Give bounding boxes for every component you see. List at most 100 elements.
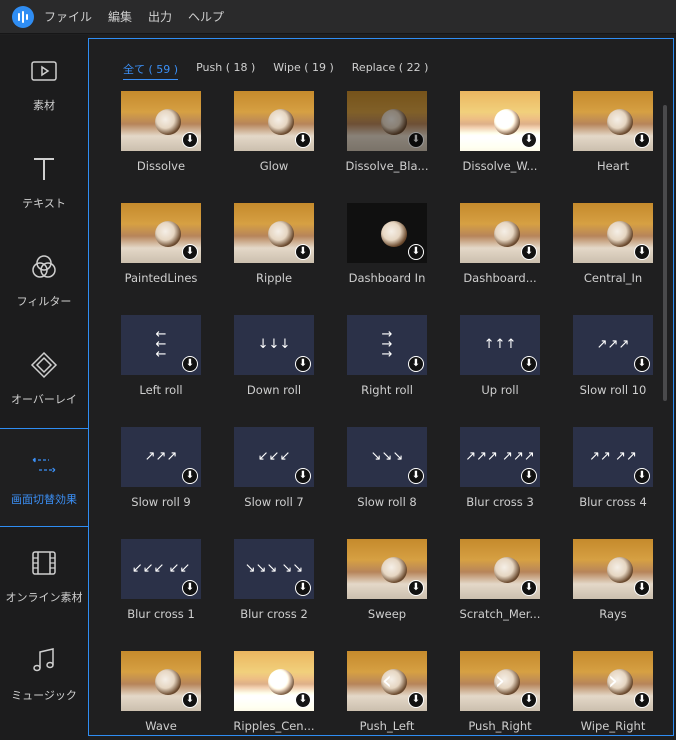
sidebar-item-transition[interactable]: 画面切替効果 xyxy=(0,429,88,527)
sidebar-item-overlay[interactable]: オーバーレイ xyxy=(0,329,88,427)
transition-thumbnail[interactable]: ↙↙↙ ⬇ xyxy=(234,427,314,487)
tab-all[interactable]: 全て ( 59 ) xyxy=(123,61,179,80)
transition-thumbnail[interactable]: › ⬇ xyxy=(573,651,653,711)
transition-item[interactable]: ↗↗↗ ⬇ Slow roll 9 xyxy=(121,427,201,509)
download-icon[interactable]: ⬇ xyxy=(521,692,537,708)
download-icon[interactable]: ⬇ xyxy=(295,244,311,260)
download-icon[interactable]: ⬇ xyxy=(408,132,424,148)
transition-thumbnail[interactable]: ⬇ xyxy=(573,539,653,599)
transition-item[interactable]: ↗↗ ↗↗ ⬇ Blur cross 4 xyxy=(573,427,653,509)
menu-export[interactable]: 出力 xyxy=(148,8,172,25)
transition-item[interactable]: ↘↘↘ ⬇ Slow roll 8 xyxy=(347,427,427,509)
download-icon[interactable]: ⬇ xyxy=(521,244,537,260)
transition-item[interactable]: ↘↘↘ ↘↘ ⬇ Blur cross 2 xyxy=(234,539,314,621)
download-icon[interactable]: ⬇ xyxy=(295,132,311,148)
download-icon[interactable]: ⬇ xyxy=(521,356,537,372)
transition-item[interactable]: ⬇ PaintedLines xyxy=(121,203,201,285)
transition-item[interactable]: ⬇ Dashboard... xyxy=(460,203,540,285)
download-icon[interactable]: ⬇ xyxy=(634,244,650,260)
download-icon[interactable]: ⬇ xyxy=(408,692,424,708)
menu-help[interactable]: ヘルプ xyxy=(188,8,224,25)
download-icon[interactable]: ⬇ xyxy=(634,580,650,596)
transition-item[interactable]: › ⬇ Wipe_Right xyxy=(573,651,653,733)
menu-file[interactable]: ファイル xyxy=(44,8,92,25)
transition-item[interactable]: ⬇ Dissolve_Bla... xyxy=(346,91,429,173)
download-icon[interactable]: ⬇ xyxy=(521,468,537,484)
transition-item[interactable]: ⬇ Scratch_Mer... xyxy=(460,539,540,621)
transition-item[interactable]: ⬇ Heart xyxy=(573,91,653,173)
transition-thumbnail[interactable]: ⬇ xyxy=(573,91,653,151)
app-logo-icon[interactable] xyxy=(12,5,34,28)
transition-item[interactable]: ↑↑↑ ⬇ Up roll xyxy=(460,315,540,397)
transition-item[interactable]: ⬇ Wave xyxy=(121,651,201,733)
sidebar-item-media[interactable]: 素材 xyxy=(0,35,88,133)
transition-thumbnail[interactable]: ↓↓↓ ⬇ xyxy=(234,315,314,375)
download-icon[interactable]: ⬇ xyxy=(408,580,424,596)
download-icon[interactable]: ⬇ xyxy=(182,132,198,148)
transition-item[interactable]: ⬇ Rays xyxy=(573,539,653,621)
scrollbar-thumb[interactable] xyxy=(663,105,667,401)
download-icon[interactable]: ⬇ xyxy=(182,356,198,372)
transition-thumbnail[interactable]: ⬇ xyxy=(121,651,201,711)
transition-thumbnail[interactable]: ↗↗↗ ⬇ xyxy=(121,427,201,487)
transition-thumbnail[interactable]: ↗↗ ↗↗ ⬇ xyxy=(573,427,653,487)
menu-edit[interactable]: 編集 xyxy=(108,8,132,25)
transition-thumbnail[interactable]: ⬇ xyxy=(460,203,540,263)
transition-item[interactable]: ⬇ Dashboard In xyxy=(347,203,427,285)
transition-thumbnail[interactable]: ⬇ xyxy=(234,91,314,151)
transition-thumbnail[interactable]: ⬇ xyxy=(347,203,427,263)
download-icon[interactable]: ⬇ xyxy=(408,356,424,372)
transition-thumbnail[interactable]: ⬇ xyxy=(234,651,314,711)
download-icon[interactable]: ⬇ xyxy=(295,580,311,596)
transition-thumbnail[interactable]: ↙↙↙ ↙↙ ⬇ xyxy=(121,539,201,599)
transition-thumbnail[interactable]: ↘↘↘ ↘↘ ⬇ xyxy=(234,539,314,599)
transition-item[interactable]: ↙↙↙ ⬇ Slow roll 7 xyxy=(234,427,314,509)
tab-replace[interactable]: Replace ( 22 ) xyxy=(352,61,429,80)
download-icon[interactable]: ⬇ xyxy=(634,132,650,148)
sidebar-item-filter[interactable]: フィルター xyxy=(0,231,88,329)
transition-thumbnail[interactable]: → → → ⬇ xyxy=(347,315,427,375)
transition-thumbnail[interactable]: ⬇ xyxy=(347,91,427,151)
transition-thumbnail[interactable]: ⬇ xyxy=(121,203,201,263)
download-icon[interactable]: ⬇ xyxy=(634,468,650,484)
transition-thumbnail[interactable]: ↘↘↘ ⬇ xyxy=(347,427,427,487)
transition-thumbnail[interactable]: ⬇ xyxy=(121,91,201,151)
transition-item[interactable]: ⬇ Central_In xyxy=(573,203,653,285)
download-icon[interactable]: ⬇ xyxy=(182,692,198,708)
download-icon[interactable]: ⬇ xyxy=(295,356,311,372)
download-icon[interactable]: ⬇ xyxy=(295,468,311,484)
transition-thumbnail[interactable]: ⬇ xyxy=(460,539,540,599)
transition-item[interactable]: → → → ⬇ Right roll xyxy=(347,315,427,397)
transition-thumbnail[interactable]: ⬇ xyxy=(347,539,427,599)
transition-thumbnail[interactable]: ← ← ← ⬇ xyxy=(121,315,201,375)
download-icon[interactable]: ⬇ xyxy=(182,468,198,484)
sidebar-item-online-media[interactable]: オンライン素材 xyxy=(0,527,88,625)
download-icon[interactable]: ⬇ xyxy=(295,692,311,708)
transition-thumbnail[interactable]: › ⬇ xyxy=(460,651,540,711)
download-icon[interactable]: ⬇ xyxy=(521,132,537,148)
download-icon[interactable]: ⬇ xyxy=(521,580,537,596)
tab-wipe[interactable]: Wipe ( 19 ) xyxy=(273,61,334,80)
transition-item[interactable]: ↗↗↗ ⬇ Slow roll 10 xyxy=(573,315,653,397)
transition-item[interactable]: ↗↗↗ ↗↗↗ ⬇ Blur cross 3 xyxy=(460,427,540,509)
sidebar-item-text[interactable]: テキスト xyxy=(0,133,88,231)
download-icon[interactable]: ⬇ xyxy=(182,580,198,596)
transition-item[interactable]: ⬇ Sweep xyxy=(347,539,427,621)
download-icon[interactable]: ⬇ xyxy=(634,356,650,372)
transition-thumbnail[interactable]: ⬇ xyxy=(460,91,540,151)
transition-thumbnail[interactable]: ‹ ⬇ xyxy=(347,651,427,711)
transition-thumbnail[interactable]: ↗↗↗ ↗↗↗ ⬇ xyxy=(460,427,540,487)
download-icon[interactable]: ⬇ xyxy=(634,692,650,708)
tab-push[interactable]: Push ( 18 ) xyxy=(196,61,255,80)
transition-thumbnail[interactable]: ⬇ xyxy=(234,203,314,263)
sidebar-item-music[interactable]: ミュージック xyxy=(0,625,88,723)
transition-thumbnail[interactable]: ↑↑↑ ⬇ xyxy=(460,315,540,375)
transition-item[interactable]: › ⬇ Push_Right xyxy=(460,651,540,733)
transition-item[interactable]: ‹ ⬇ Push_Left xyxy=(347,651,427,733)
transition-item[interactable]: ⬇ Ripples_Cen... xyxy=(233,651,315,733)
download-icon[interactable]: ⬇ xyxy=(408,244,424,260)
transition-item[interactable]: ↙↙↙ ↙↙ ⬇ Blur cross 1 xyxy=(121,539,201,621)
transition-item[interactable]: ⬇ Ripple xyxy=(234,203,314,285)
transition-thumbnail[interactable]: ⬇ xyxy=(573,203,653,263)
transition-item[interactable]: ↓↓↓ ⬇ Down roll xyxy=(234,315,314,397)
